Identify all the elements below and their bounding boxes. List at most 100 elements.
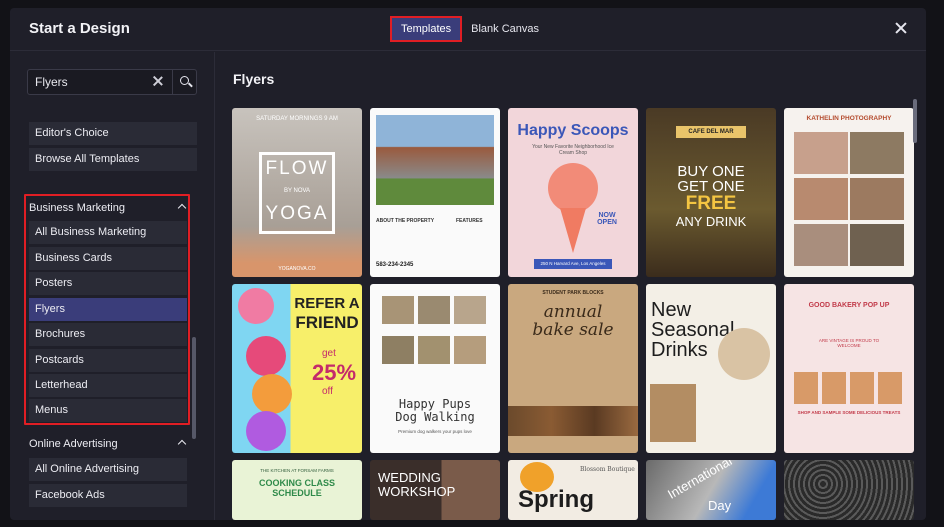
search-button[interactable] <box>172 70 197 94</box>
avatar <box>238 288 274 324</box>
template-card-cooking-class[interactable]: THE KITCHEN AT FORSAM FARMS COOKING CLAS… <box>232 460 362 520</box>
card-text: FREE <box>685 193 737 214</box>
card-text: Spring <box>518 486 594 513</box>
modal-title: Start a Design <box>29 20 130 37</box>
photo-tile <box>850 178 904 220</box>
photo-tile <box>454 296 486 324</box>
sidebar-item-all-online-advertising[interactable]: All Online Advertising <box>29 458 187 481</box>
section-title: Flyers <box>233 71 275 87</box>
group-online-advertising[interactable]: Online Advertising <box>29 434 189 454</box>
card-text: New <box>651 299 692 321</box>
card-text: ANY DRINK <box>675 214 747 229</box>
card-text: off <box>322 386 333 397</box>
card-text: Drinks <box>651 339 708 361</box>
modal-header: Start a Design Templates Blank Canvas <box>10 8 926 51</box>
photo-tile <box>794 224 848 266</box>
search-input[interactable] <box>28 70 148 94</box>
template-card-new-seasonal-drinks[interactable]: New Seasonal Drinks <box>646 284 776 453</box>
card-text: NOW OPEN <box>597 212 617 226</box>
sidebar-item-facebook-ads[interactable]: Facebook Ads <box>29 484 187 507</box>
gallery-scrollbar[interactable] <box>913 99 917 143</box>
tab-blank-canvas[interactable]: Blank Canvas <box>462 16 548 42</box>
category-sidebar: Editor's Choice Browse All Templates Bus… <box>10 52 215 520</box>
template-card-kathelin-photography[interactable]: KATHELIN PHOTOGRAPHY <box>784 108 914 277</box>
card-text: BY NOVA <box>283 188 311 194</box>
photo-tile <box>850 224 904 266</box>
template-card-flow-yoga[interactable]: SATURDAY MORNINGS 9 AM FLOW BY NOVA YOGA… <box>232 108 362 277</box>
card-text: SCHEDULE <box>272 488 322 498</box>
template-card-happy-scoops[interactable]: Happy Scoops Your New Favorite Neighborh… <box>508 108 638 277</box>
house-photo <box>376 115 494 205</box>
card-text: FEATURES <box>456 218 483 224</box>
coffee-photo <box>650 384 696 442</box>
card-text: ABOUT THE PROPERTY <box>376 218 435 224</box>
card-text: 25% <box>312 360 357 385</box>
template-card-spring[interactable]: Blossom Boutique Spring <box>508 460 638 520</box>
card-text: ARE VINTAGE IS PROUD TO WELCOME <box>818 338 880 348</box>
photo-tile <box>794 132 848 174</box>
card-text: WEDDING <box>378 470 441 485</box>
search-icon-handle <box>188 82 193 88</box>
group-label: Online Advertising <box>29 438 118 450</box>
template-card-refer-a-friend[interactable]: REFER A FRIEND get 25% off <box>232 284 362 453</box>
card-text: Happy Scoops <box>517 122 629 139</box>
card-text: 250 N Harvard Ave, Los Angeles <box>534 259 612 269</box>
template-card-international-day[interactable]: International Day <box>646 460 776 520</box>
card-text: International <box>665 460 735 502</box>
template-card-property[interactable]: ABOUT THE PROPERTY FEATURES 583-234-2345 <box>370 108 500 277</box>
avatar <box>246 336 286 376</box>
start-design-modal: Start a Design Templates Blank Canvas Ed… <box>10 8 926 520</box>
template-card-bake-sale[interactable]: STUDENT PARK BLOCKS annual bake sale <box>508 284 638 453</box>
template-card-good-bakery[interactable]: GOOD BAKERY POP UP ARE VINTAGE IS PROUD … <box>784 284 914 453</box>
card-text: bake sale <box>532 320 614 340</box>
template-card-happy-pups[interactable]: Happy Pups Dog Walking Premium dog walke… <box>370 284 500 453</box>
photo-tile <box>382 336 414 364</box>
card-text: Dog Walking <box>395 410 475 424</box>
sidebar-scrollbar[interactable] <box>192 337 196 439</box>
template-card-wedding-workshop[interactable]: WEDDING WORKSHOP <box>370 460 500 520</box>
card-text: get <box>322 348 336 359</box>
card-text: SHOP AND SAMPLE SOME DELICIOUS TREATS <box>797 410 901 415</box>
close-icon[interactable] <box>893 20 909 36</box>
card-text: YOGANOVA.CO <box>278 266 316 272</box>
card-text: annual <box>543 302 603 322</box>
latte-photo <box>718 328 770 380</box>
photo-tile <box>454 336 486 364</box>
chevron-up-icon <box>177 439 187 449</box>
ice-cream-cone <box>560 208 586 253</box>
card-text: SATURDAY MORNINGS 9 AM <box>256 116 338 122</box>
avatar <box>252 374 292 414</box>
card-text: COOKING CLASS <box>258 478 335 488</box>
clear-search-icon[interactable] <box>152 75 164 87</box>
template-card-cafe-del-mar[interactable]: CAFE DEL MAR BUY ONE GET ONE FREE ANY DR… <box>646 108 776 277</box>
card-text: YOGA <box>265 203 329 224</box>
card-text: Premium dog walkers your pups love <box>398 429 472 434</box>
search-box <box>27 69 197 95</box>
pastry-row <box>794 372 904 404</box>
avatar <box>246 411 286 451</box>
tab-bar: Templates Blank Canvas <box>390 16 548 42</box>
card-text: Your New Favorite Neighborhood Ice Cream… <box>532 144 614 156</box>
sidebar-item-browse-all[interactable]: Browse All Templates <box>29 148 197 171</box>
card-text: FLOW <box>265 158 329 179</box>
card-text: REFER A <box>294 295 360 312</box>
photo-tile <box>418 336 450 364</box>
sidebar-item-editors-choice[interactable]: Editor's Choice <box>29 122 197 145</box>
card-text: Blossom Boutique <box>580 466 635 473</box>
photo-tile <box>794 178 848 220</box>
photo-tile <box>850 132 904 174</box>
card-text: WORKSHOP <box>378 484 456 499</box>
template-card-crowd-photo[interactable] <box>784 460 914 520</box>
card-text: 583-234-2345 <box>376 262 414 268</box>
ice-cream-scoop <box>548 163 598 213</box>
tab-templates[interactable]: Templates <box>390 16 463 42</box>
card-text: Day <box>708 498 732 513</box>
card-text: THE KITCHEN AT FORSAM FARMS <box>260 468 334 473</box>
card-text: GOOD BAKERY POP UP <box>808 302 890 309</box>
card-text: KATHELIN PHOTOGRAPHY <box>806 115 892 122</box>
pastry-photo <box>508 406 638 436</box>
red-highlight-box <box>24 194 190 425</box>
photo-tile <box>382 296 414 324</box>
template-gallery: Flyers SATURDAY MORNINGS 9 AM FLOW BY NO… <box>216 52 926 520</box>
card-text: STUDENT PARK BLOCKS <box>542 290 604 296</box>
